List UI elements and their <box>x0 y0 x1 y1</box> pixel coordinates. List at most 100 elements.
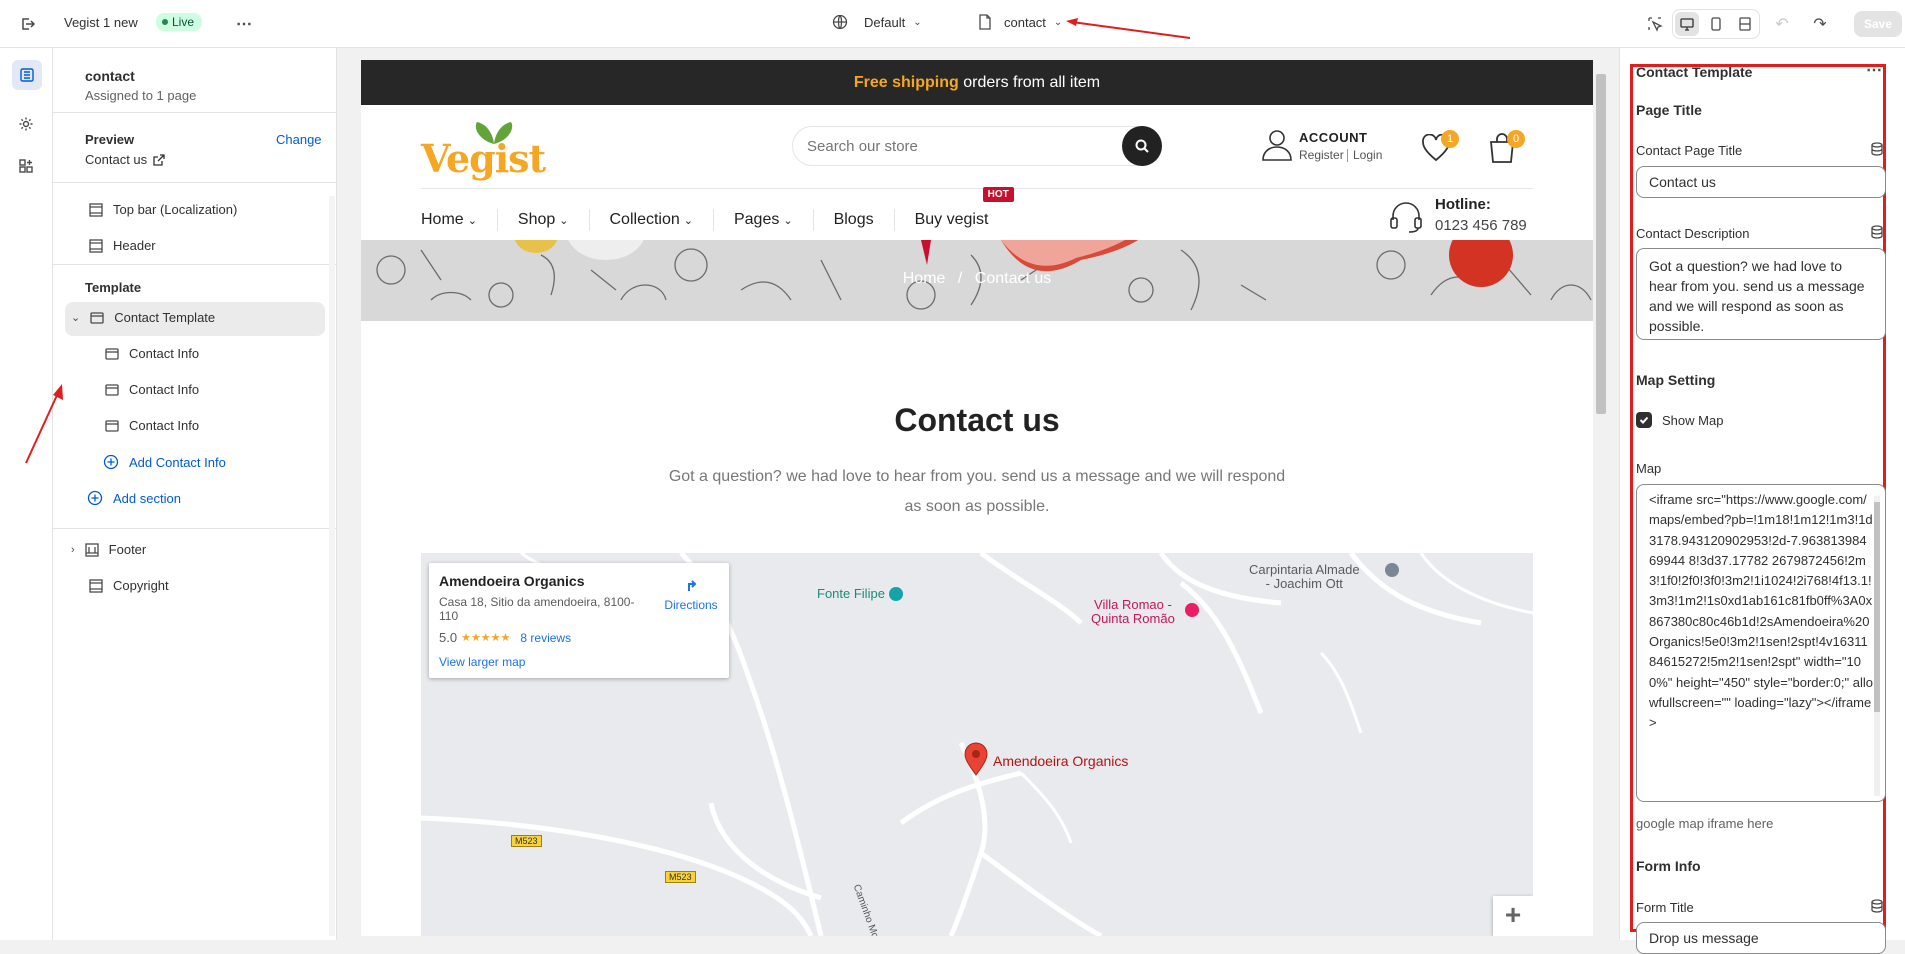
mobile-icon[interactable] <box>1704 12 1728 36</box>
hotline-number: 0123 456 789 <box>1435 217 1527 234</box>
contact-description-textarea[interactable]: Got a question? we had love to hear from… <box>1636 248 1886 340</box>
inspector-icon[interactable] <box>1641 10 1669 38</box>
fullscreen-icon[interactable] <box>1733 12 1757 36</box>
block-item[interactable]: Contact Info <box>105 346 199 361</box>
chevron-down-icon[interactable]: ⌄ <box>71 311 80 324</box>
add-block-label: Add Contact Info <box>129 454 226 470</box>
view-larger-map-link[interactable]: View larger map <box>439 655 525 669</box>
dynamic-source-icon[interactable] <box>1870 142 1884 156</box>
save-button[interactable]: Save <box>1854 11 1903 37</box>
sidebar-item-footer[interactable]: › Footer <box>71 542 146 557</box>
sections-icon[interactable] <box>12 60 42 90</box>
nav-divider <box>812 209 814 231</box>
wishlist-button[interactable]: 1 <box>1421 130 1459 164</box>
sidebar-item-header[interactable]: Header <box>89 238 156 253</box>
login-link[interactable]: Login <box>1353 148 1382 162</box>
nav-item-collection[interactable]: Collection ⌄ <box>610 211 693 229</box>
breadcrumb-home[interactable]: Home <box>903 270 946 287</box>
desktop-icon[interactable] <box>1675 12 1700 36</box>
place-marker-icon <box>888 586 903 601</box>
apps-icon[interactable] <box>12 152 40 180</box>
announcement-text: orders from all item <box>958 74 1101 91</box>
page-icon <box>979 14 991 30</box>
announcement-bar: Free shipping orders from all item <box>361 60 1593 105</box>
account-block[interactable]: ACCOUNT Register Login <box>1261 128 1391 168</box>
plus-circle-icon <box>87 490 103 506</box>
location-pin-icon[interactable] <box>964 742 988 776</box>
headset-icon <box>1390 202 1422 233</box>
exit-icon[interactable] <box>14 10 42 38</box>
sidebar-item-copyright[interactable]: Copyright <box>89 578 169 593</box>
search-button[interactable] <box>1122 126 1162 166</box>
map-card-title: Amendoeira Organics <box>439 573 585 589</box>
page-selector[interactable]: contact ⌄ <box>978 14 1062 30</box>
place-carpintaria[interactable]: Carpintaria Almade - Joachim Ott <box>1249 563 1360 591</box>
undo-icon[interactable]: ↶ <box>1768 10 1796 38</box>
chevron-down-icon: ⌄ <box>559 214 569 227</box>
add-section-button[interactable]: Add section <box>87 490 181 506</box>
dynamic-source-icon[interactable] <box>1870 899 1884 913</box>
directions-icon <box>682 576 700 594</box>
cart-button[interactable]: 0 <box>1487 128 1525 164</box>
place-fonte-filipe[interactable]: Fonte Filipe <box>817 586 903 601</box>
sidebar-item-label: Copyright <box>113 578 169 593</box>
show-map-checkbox[interactable] <box>1636 412 1652 428</box>
map-iframe-textarea[interactable]: <iframe src="https://www.google.com/maps… <box>1636 484 1886 802</box>
page-selector-label: contact <box>1004 14 1046 30</box>
block-label: Contact Info <box>129 346 200 361</box>
sidebar-item-label: Header <box>113 238 156 253</box>
redo-icon[interactable]: ↷ <box>1806 10 1834 38</box>
form-title-input[interactable] <box>1636 922 1886 954</box>
template-icon <box>90 311 104 324</box>
road-shield-m523: M523 <box>511 835 542 847</box>
preview-scrollbar[interactable] <box>1594 60 1608 936</box>
section-layout-icon <box>89 202 103 217</box>
pin-label[interactable]: Amendoeira Organics <box>993 753 1128 769</box>
place-fonte-label: Fonte Filipe <box>817 586 885 601</box>
plus-circle-icon <box>103 454 119 470</box>
settings-gear-icon[interactable] <box>12 110 40 138</box>
map-textarea-scrollbar[interactable] <box>1874 496 1880 796</box>
account-label: ACCOUNT <box>1299 130 1368 145</box>
block-item[interactable]: Contact Info <box>105 418 199 433</box>
chevron-right-icon[interactable]: › <box>71 544 75 556</box>
sidebar-item-label: Top bar (Localization) <box>113 202 238 217</box>
more-options-icon[interactable]: ⋯ <box>1866 60 1882 80</box>
settings-panel-title: Contact Template <box>1636 64 1753 80</box>
annotation-arrow-icon <box>1066 18 1191 39</box>
wishlist-count: 1 <box>1441 130 1459 148</box>
contact-page-title-input[interactable] <box>1636 166 1886 198</box>
map-textarea-scrollbar-thumb[interactable] <box>1874 502 1880 712</box>
preview-scrollbar-thumb[interactable] <box>1596 74 1606 414</box>
breadcrumb-current: Contact us <box>974 270 1052 287</box>
nav-label: Buy vegist <box>914 211 989 228</box>
form-info-heading: Form Info <box>1636 858 1701 874</box>
zoom-in-button[interactable]: + <box>1493 896 1533 936</box>
preview-change-link[interactable]: Change <box>276 132 336 147</box>
directions-button[interactable]: Directions <box>659 575 723 612</box>
block-icon <box>105 419 119 432</box>
add-block-button[interactable]: Add Contact Info <box>103 454 226 470</box>
nav-item-blogs[interactable]: Blogs <box>834 211 874 229</box>
theme-selector[interactable]: Default ⌄ <box>832 14 922 30</box>
nav-item-pages[interactable]: Pages ⌄ <box>734 211 793 229</box>
register-link[interactable]: Register <box>1299 148 1344 162</box>
nav-item-shop[interactable]: Shop ⌄ <box>518 211 569 229</box>
breadcrumb: Home / Contact us <box>361 270 1593 288</box>
store-logo[interactable]: Vegist <box>421 120 546 181</box>
sidebar-scrollbar[interactable] <box>329 196 335 936</box>
more-options-icon[interactable]: ⋯ <box>230 10 258 38</box>
nav-item-buy-vegist[interactable]: Buy vegist HOT <box>914 187 1014 229</box>
sidebar-item-topbar[interactable]: Top bar (Localization) <box>89 202 237 217</box>
map-rating-row: 5.0 ★★★★★ 8 reviews <box>439 630 571 645</box>
block-item[interactable]: Contact Info <box>105 382 199 397</box>
map-reviews-link[interactable]: 8 reviews <box>520 631 571 645</box>
preview-page-link[interactable]: Contact us <box>85 152 165 167</box>
road-shield-m523: M523 <box>665 871 696 883</box>
place-villa-romao[interactable]: Villa Romao - Quinta Romão <box>1091 598 1175 626</box>
google-map[interactable]: Amendoeira Organics Casa 18, Sitio da am… <box>421 553 1533 936</box>
preview-canvas: Free shipping orders from all item Vegis… <box>337 48 1619 940</box>
dynamic-source-icon[interactable] <box>1870 225 1884 239</box>
nav-item-home[interactable]: Home ⌄ <box>421 211 477 229</box>
store-search-input[interactable] <box>807 135 1107 157</box>
